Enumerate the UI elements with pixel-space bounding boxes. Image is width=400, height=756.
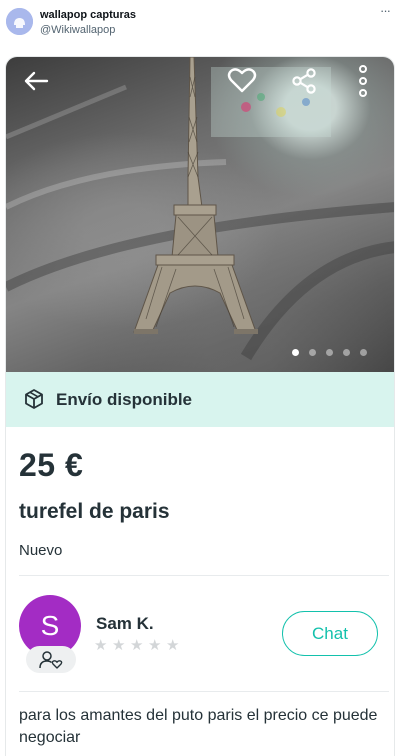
divider — [19, 575, 389, 576]
heart-icon — [227, 68, 257, 93]
star-icon: ★ — [94, 637, 108, 654]
eiffel-tower-photo — [6, 57, 394, 361]
account-handle[interactable]: @Wikiwallapop — [40, 24, 115, 36]
carousel-dot[interactable] — [309, 349, 316, 356]
carousel-dot[interactable] — [326, 349, 333, 356]
favorite-button[interactable] — [224, 63, 260, 97]
item-condition: Nuevo — [19, 542, 63, 559]
carousel-dot[interactable] — [292, 349, 299, 356]
account-name[interactable]: wallapop capturas — [40, 9, 136, 21]
listing-card: Envío disponible 25 € turefel de paris N… — [5, 56, 395, 756]
product-photo[interactable] — [6, 57, 394, 372]
kebab-menu-icon — [359, 65, 367, 97]
item-description: para los amantes del puto paris el preci… — [19, 707, 378, 746]
user-heart-icon — [39, 650, 63, 669]
package-icon — [25, 389, 43, 409]
share-icon — [292, 68, 316, 94]
item-price: 25 € — [19, 447, 84, 483]
account-avatar[interactable] — [6, 8, 33, 35]
star-icon: ★ — [166, 637, 180, 654]
seller-name[interactable]: Sam K. — [96, 614, 154, 634]
shipping-label: Envío disponible — [56, 390, 193, 409]
tweet-more-button[interactable]: ··· — [376, 4, 394, 20]
account-avatar-logo — [6, 8, 33, 35]
tweet-header: wallapop capturas @Wikiwallapop ··· — [0, 0, 400, 56]
shipping-banner: Envío disponible — [6, 372, 394, 427]
back-arrow-icon — [24, 71, 49, 91]
star-icon: ★ — [130, 637, 144, 654]
carousel-dot[interactable] — [343, 349, 350, 356]
back-button[interactable] — [18, 65, 54, 97]
divider — [19, 691, 389, 692]
item-title: turefel de paris — [19, 500, 170, 523]
chat-button[interactable]: Chat — [282, 611, 378, 656]
star-icon: ★ — [148, 637, 162, 654]
star-icon: ★ — [112, 637, 126, 654]
seller-rating: ★ ★ ★ ★ ★ — [94, 637, 180, 655]
seller-badge — [26, 646, 76, 673]
carousel-dot[interactable] — [360, 349, 367, 356]
options-button[interactable] — [346, 61, 380, 101]
carousel-indicator[interactable] — [6, 349, 394, 359]
share-button[interactable] — [286, 65, 322, 97]
